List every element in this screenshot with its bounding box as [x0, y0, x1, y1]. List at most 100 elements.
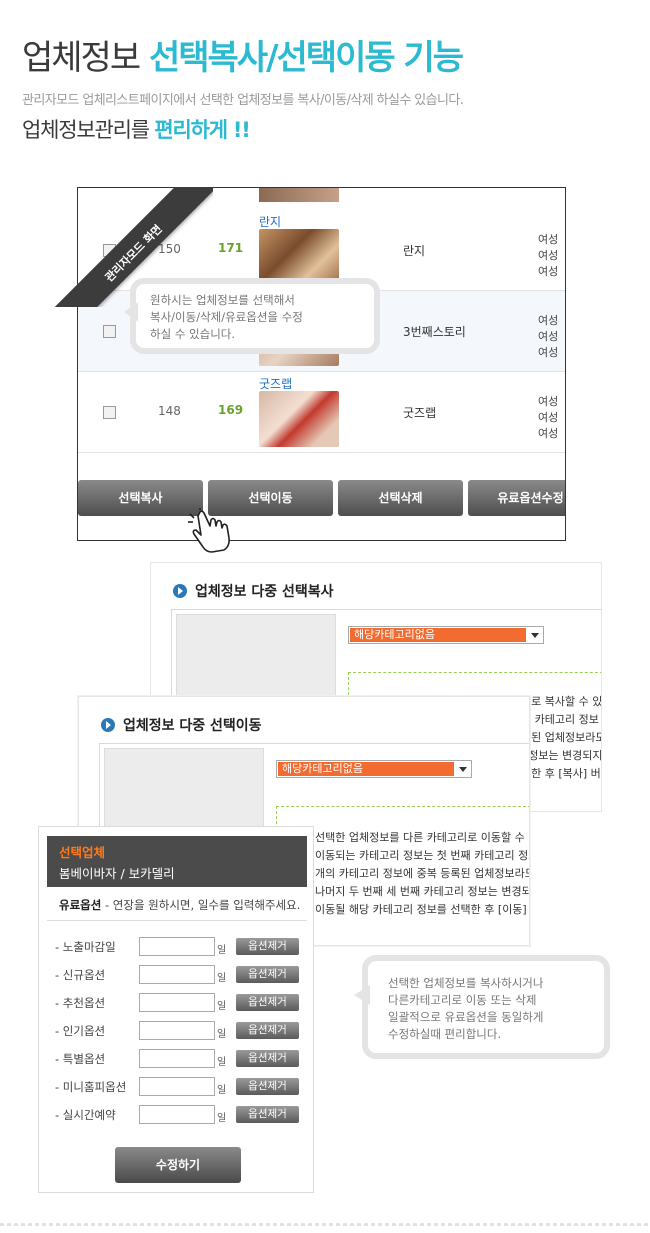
row-tags: 여성 여성 여성 [538, 313, 558, 361]
chevron-down-icon [531, 633, 539, 642]
category-select-value: 해당카테고리없음 [278, 762, 454, 776]
row-tags: 여성 여성 여성 [538, 394, 558, 442]
tooltip-line: 하실 수 있습니다. [150, 327, 236, 341]
footer-divider [0, 1223, 650, 1226]
tooltip-bubble: 선택한 업체정보를 복사하시거나 다른카테고리로 이동 또는 삭제 일괄적으로 … [354, 955, 610, 1059]
row-checkbox[interactable] [103, 406, 116, 419]
tooltip-line: 원하시는 업체정보를 선택해서 [150, 293, 295, 307]
page-title: 업체정보 선택복사/선택이동 기능 [22, 30, 464, 79]
option-remove-button[interactable]: 옵션제거 [236, 1106, 299, 1123]
divider [47, 920, 307, 921]
option-label: - 특별옵션 [55, 1052, 106, 1066]
row-count: 171 [218, 241, 244, 255]
option-row: - 특별옵션 일 옵션제거 [55, 1049, 305, 1069]
option-remove-button[interactable]: 옵션제거 [236, 1050, 299, 1067]
row-thumbnail [259, 391, 339, 447]
option-row: - 추천옵션 일 옵션제거 [55, 993, 305, 1013]
option-row: - 미니홈피옵션 일 옵션제거 [55, 1077, 305, 1097]
option-unit: 일 [217, 973, 227, 984]
copy-panel-description: 리로 복사할 수 있 째 카테고리 정보 록된 업체정보라도 | 정보는 변경되… [521, 693, 602, 783]
row-name: 굿즈랩 [403, 406, 437, 420]
row-name: 3번째스토리 [403, 325, 466, 339]
tooltip-line: 복사/이동/삭제/유료옵션을 수정 [150, 310, 303, 324]
title-part1: 업체정보 [22, 38, 141, 78]
option-days-input[interactable] [139, 965, 215, 984]
paid-option-edit-button[interactable]: 유료옵션수정 [468, 480, 565, 516]
option-days-input[interactable] [139, 937, 215, 956]
option-remove-button[interactable]: 옵션제거 [236, 966, 299, 983]
paid-option-info-text: - 연장을 원하시면, 일수를 입력해주세요. [101, 898, 301, 912]
chevron-down-icon [459, 767, 467, 776]
option-days-input[interactable] [139, 1077, 215, 1096]
bullet-arrow-icon [101, 718, 115, 732]
subtitle-part2: 편리하게 !! [154, 118, 251, 142]
description-line: 이동될 해당 카테고리 정보를 선택한 후 [이동] 버 [315, 903, 530, 916]
paid-options-panel: 선택업체 봄베이바자 / 보카델리 유료옵션 - 연장을 원하시면, 일수를 입… [38, 826, 314, 1193]
option-label: - 인기옵션 [55, 1024, 106, 1038]
submit-button[interactable]: 수정하기 [115, 1147, 241, 1183]
option-label: - 신규옵션 [55, 968, 106, 982]
option-label: - 추천옵션 [55, 996, 106, 1010]
option-remove-button[interactable]: 옵션제거 [236, 1022, 299, 1039]
copy-panel-title: 업체정보 다중 선택복사 [173, 581, 334, 601]
row-tag: 여성 [538, 411, 559, 424]
row-tag: 여성 [538, 314, 559, 327]
select-copy-button[interactable]: 선택복사 [78, 480, 203, 516]
option-days-input[interactable] [139, 1105, 215, 1124]
page-subtitle: 업체정보관리를 편리하게 !! [22, 114, 251, 144]
paid-option-info: 유료옵션 - 연장을 원하시면, 일수를 입력해주세요. [59, 897, 300, 913]
category-select-value: 해당카테고리없음 [350, 628, 526, 642]
option-unit: 일 [217, 1085, 227, 1096]
description-line: 선택한 업체정보를 다른 카테고리로 이동할 수 있 [315, 831, 530, 844]
row-tags: 여성 여성 여성 [538, 232, 558, 280]
tooltip-line: 선택한 업체정보를 복사하시거나 [388, 976, 544, 990]
tooltip-bubble: 원하시는 업체정보를 선택해서 복사/이동/삭제/유료옵션을 수정 하실 수 있… [124, 278, 380, 354]
row-tag: 여성 [538, 265, 559, 278]
option-days-input[interactable] [139, 1049, 215, 1068]
title-part2: 선택복사/선택이동 기능 [148, 38, 464, 78]
move-panel-description: 선택한 업체정보를 다른 카테고리로 이동할 수 있 이동되는 카테고리 정보는… [315, 829, 530, 919]
option-unit: 일 [217, 1113, 227, 1124]
option-row: - 노출마감일 일 옵션제거 [55, 937, 305, 957]
table-row[interactable]: 148 169 굿즈랩 굿즈랩 여성 여성 여성 [78, 372, 565, 453]
page-description: 관리자모드 업체리스트페이지에서 선택한 업체정보를 복사/이동/삭제 하실수 … [22, 93, 464, 108]
option-remove-button[interactable]: 옵션제거 [236, 1078, 299, 1095]
option-label: - 실시간예약 [55, 1108, 116, 1122]
description-line: 리로 복사할 수 있 [521, 695, 602, 708]
row-tag: 여성 [538, 395, 559, 408]
option-days-input[interactable] [139, 1021, 215, 1040]
category-select[interactable]: 해당카테고리없음 [348, 626, 544, 644]
category-select[interactable]: 해당카테고리없음 [276, 760, 472, 778]
description-line: 개의 카테고리 정보에 중복 등록된 업체정보라도 [315, 867, 530, 880]
row-thumbnail [259, 229, 339, 285]
description-line: 나머지 두 번째 세 번째 카테고리 정보는 변경되지 [315, 885, 530, 898]
option-row: - 실시간예약 일 옵션제거 [55, 1105, 305, 1125]
row-title-link[interactable]: 란지 [259, 213, 281, 230]
option-row: - 인기옵션 일 옵션제거 [55, 1021, 305, 1041]
option-remove-button[interactable]: 옵션제거 [236, 938, 299, 955]
option-days-input[interactable] [139, 993, 215, 1012]
description-line: 택한 후 [복사] 버 [521, 767, 601, 780]
move-panel-title-text: 업체정보 다중 선택이동 [123, 718, 262, 734]
row-tag: 여성 [538, 249, 559, 262]
copy-panel-title-text: 업체정보 다중 선택복사 [195, 584, 334, 600]
paid-option-info-label: 유료옵션 [59, 898, 102, 912]
description-line: | 정보는 변경되지 [521, 749, 602, 762]
option-unit: 일 [217, 1057, 227, 1068]
subtitle-part1: 업체정보관리를 [22, 118, 150, 142]
selected-company-header: 선택업체 봄베이바자 / 보카델리 [47, 836, 307, 887]
row-checkbox[interactable] [103, 325, 116, 338]
description-line: 째 카테고리 정보 [521, 713, 599, 726]
thumbnail-strip [259, 188, 339, 202]
description-line: 이동되는 카테고리 정보는 첫 번째 카테고리 정보 [315, 849, 530, 862]
option-unit: 일 [217, 945, 227, 956]
option-remove-button[interactable]: 옵션제거 [236, 994, 299, 1011]
row-name: 란지 [403, 244, 426, 258]
option-unit: 일 [217, 1029, 227, 1040]
select-delete-button[interactable]: 선택삭제 [338, 480, 463, 516]
selected-company-name: 봄베이바자 / 보카델리 [59, 866, 175, 881]
row-title-link[interactable]: 굿즈랩 [259, 375, 292, 392]
option-unit: 일 [217, 1001, 227, 1012]
action-button-bar: 선택복사 선택이동 선택삭제 유료옵션수정 [78, 480, 565, 516]
tooltip-line: 수정하실때 편리합니다. [388, 1027, 502, 1041]
